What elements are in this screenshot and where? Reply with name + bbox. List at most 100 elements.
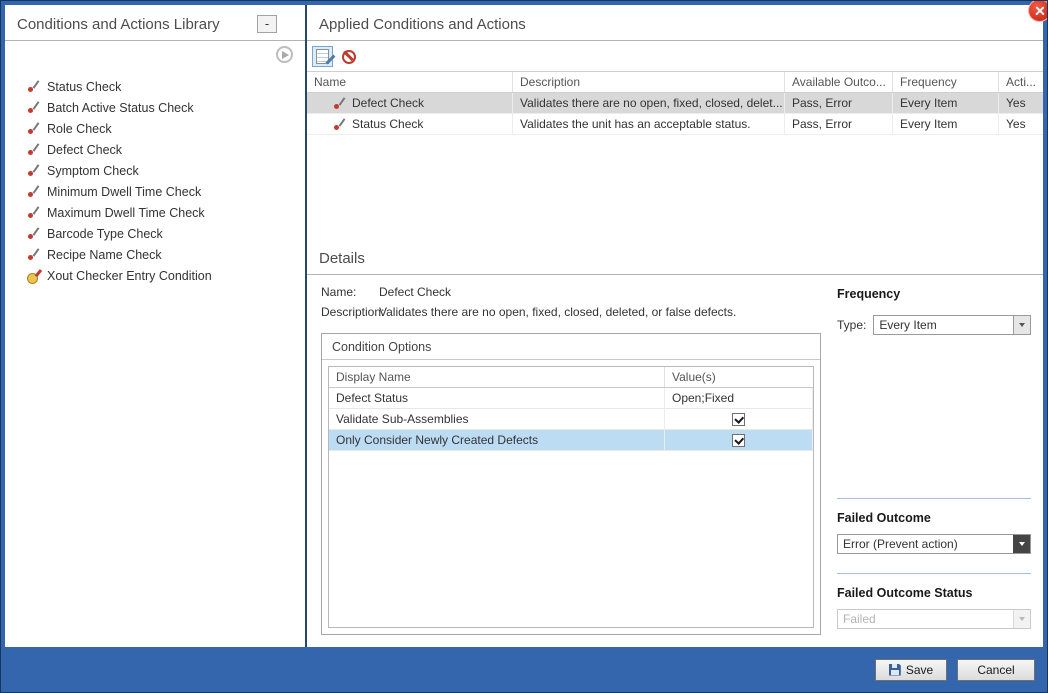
arrow-right-circle-icon[interactable] [276, 46, 293, 63]
footer-bar: Save Cancel [1, 647, 1047, 692]
applied-grid-header: Name Description Available Outco... Freq… [307, 72, 1043, 93]
library-item-label: Xout Checker Entry Condition [47, 269, 212, 283]
column-header-frequency[interactable]: Frequency [893, 72, 999, 92]
details-section: Details Name: Defect Check Description: … [307, 239, 1043, 647]
minus-icon[interactable]: - [257, 15, 277, 33]
frequency-title: Frequency [837, 287, 1031, 301]
option-display-name: Only Consider Newly Created Defects [329, 430, 665, 450]
failed-outcome-select[interactable]: Error (Prevent action) [837, 534, 1031, 554]
column-header-active[interactable]: Acti... [999, 72, 1043, 92]
library-item-maximum-dwell-time-check[interactable]: Maximum Dwell Time Check [27, 202, 305, 223]
library-item-status-check[interactable]: Status Check [27, 76, 305, 97]
details-description-row: Description: Validates there are no open… [321, 305, 821, 320]
failed-outcome-value: Error (Prevent action) [838, 535, 1013, 553]
library-item-batch-active-status-check[interactable]: Batch Active Status Check [27, 97, 305, 118]
save-button-label: Save [906, 663, 933, 677]
library-item-symptom-check[interactable]: Symptom Check [27, 160, 305, 181]
remove-item-icon[interactable] [338, 46, 359, 67]
library-item-minimum-dwell-time-check[interactable]: Minimum Dwell Time Check [27, 181, 305, 202]
entry-condition-icon [27, 269, 40, 282]
condition-icon [333, 118, 346, 131]
library-item-label: Status Check [47, 80, 121, 94]
column-header-display-name[interactable]: Display Name [329, 367, 665, 387]
library-title: Conditions and Actions Library [17, 16, 220, 33]
applied-row-status-check[interactable]: Status Check Validates the unit has an a… [307, 114, 1043, 135]
option-row-defect-status[interactable]: Defect Status Open;Fixed [329, 388, 813, 409]
library-item-xout-checker-entry-condition[interactable]: Xout Checker Entry Condition [27, 265, 305, 286]
applied-row-name: Status Check [352, 114, 423, 134]
applied-row-available-outcomes: Pass, Error [785, 114, 893, 134]
save-button[interactable]: Save [875, 659, 947, 681]
separator-line [837, 573, 1031, 574]
details-title: Details [307, 239, 1043, 275]
chevron-down-icon[interactable] [1013, 535, 1030, 553]
applied-panel: Applied Conditions and Actions Name Desc… [307, 5, 1043, 647]
library-item-label: Maximum Dwell Time Check [47, 206, 205, 220]
library-item-label: Batch Active Status Check [47, 101, 194, 115]
condition-icon [27, 122, 40, 135]
separator-line [837, 498, 1031, 499]
applied-row-active: Yes [999, 114, 1043, 134]
applied-row-name-cell: Status Check [307, 114, 513, 134]
failed-outcome-status-select: Failed [837, 609, 1031, 629]
details-left-column: Name: Defect Check Description: Validate… [321, 285, 821, 637]
edit-item-glyph [316, 49, 329, 64]
column-header-description[interactable]: Description [513, 72, 785, 92]
condition-icon [27, 101, 40, 114]
option-display-name: Validate Sub-Assemblies [329, 409, 665, 429]
condition-options-box: Condition Options Display Name Value(s) … [321, 333, 821, 635]
details-body: Name: Defect Check Description: Validate… [307, 275, 1043, 647]
library-item-barcode-type-check[interactable]: Barcode Type Check [27, 223, 305, 244]
frequency-type-row: Type: Every Item [837, 315, 1031, 335]
cancel-button-label: Cancel [977, 663, 1014, 677]
applied-row-frequency: Every Item [893, 93, 999, 113]
details-description-value: Validates there are no open, fixed, clos… [379, 305, 736, 320]
cancel-button[interactable]: Cancel [957, 659, 1035, 681]
chevron-glyph [1019, 617, 1025, 621]
option-value-cell [665, 430, 813, 450]
close-icon[interactable] [1028, 0, 1048, 22]
option-display-name: Defect Status [329, 388, 665, 408]
applied-grid: Name Description Available Outco... Freq… [307, 71, 1043, 239]
chevron-down-icon[interactable] [1013, 316, 1030, 334]
details-name-value: Defect Check [379, 285, 451, 300]
option-value-cell [665, 409, 813, 429]
details-name-row: Name: Defect Check [321, 285, 821, 300]
library-panel: Conditions and Actions Library - Status … [5, 5, 305, 647]
condition-icon [27, 206, 40, 219]
option-row-only-consider-newly-created-defects[interactable]: Only Consider Newly Created Defects [329, 430, 813, 451]
applied-row-defect-check[interactable]: Defect Check Validates there are no open… [307, 93, 1043, 114]
library-item-label: Role Check [47, 122, 112, 136]
library-item-role-check[interactable]: Role Check [27, 118, 305, 139]
library-item-label: Defect Check [47, 143, 122, 157]
window-content: Conditions and Actions Library - Status … [5, 5, 1043, 647]
applied-row-active: Yes [999, 93, 1043, 113]
applied-row-description: Validates there are no open, fixed, clos… [513, 93, 785, 113]
library-item-label: Barcode Type Check [47, 227, 163, 241]
option-value[interactable]: Open;Fixed [665, 388, 813, 408]
play-arrow-glyph [282, 51, 289, 59]
edit-item-icon[interactable] [312, 46, 333, 67]
details-right-column: Frequency Type: Every Item Failed Outcom… [837, 285, 1031, 637]
library-item-recipe-name-check[interactable]: Recipe Name Check [27, 244, 305, 265]
applied-row-description: Validates the unit has an acceptable sta… [513, 114, 785, 134]
column-header-available-outcomes[interactable]: Available Outco... [785, 72, 893, 92]
column-header-values[interactable]: Value(s) [665, 367, 813, 387]
apply-row [5, 41, 305, 68]
failed-outcome-title: Failed Outcome [837, 511, 1031, 525]
failed-outcome-status-title: Failed Outcome Status [837, 586, 1031, 600]
condition-options-header: Display Name Value(s) [329, 367, 813, 388]
condition-options-title: Condition Options [322, 334, 820, 360]
option-row-validate-sub-assemblies[interactable]: Validate Sub-Assemblies [329, 409, 813, 430]
condition-options-grid: Display Name Value(s) Defect Status Open… [328, 366, 814, 628]
applied-row-available-outcomes: Pass, Error [785, 93, 893, 113]
library-item-defect-check[interactable]: Defect Check [27, 139, 305, 160]
library-item-label: Minimum Dwell Time Check [47, 185, 201, 199]
checkbox-checked-icon[interactable] [732, 434, 745, 447]
frequency-type-select[interactable]: Every Item [873, 315, 1031, 335]
chevron-glyph [1019, 542, 1025, 546]
condition-icon [27, 164, 40, 177]
column-header-name[interactable]: Name [307, 72, 513, 92]
checkbox-checked-icon[interactable] [732, 413, 745, 426]
library-list: Status Check Batch Active Status Check R… [5, 68, 305, 286]
